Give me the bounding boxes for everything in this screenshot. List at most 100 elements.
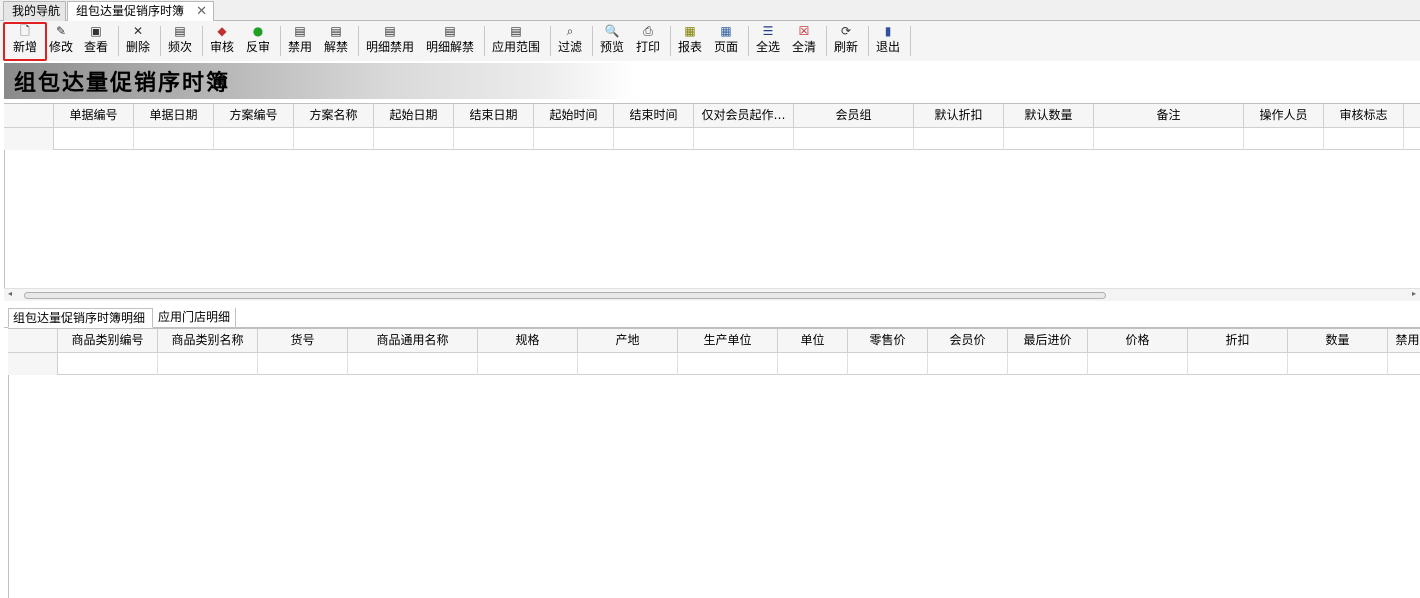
detail-column-header[interactable]: 货号 <box>258 329 348 353</box>
table-cell[interactable] <box>134 128 214 150</box>
master-column-header[interactable]: 起始时间 <box>534 104 614 128</box>
master-column-header[interactable]: 会员组 <box>794 104 914 128</box>
table-cell[interactable] <box>1188 353 1288 375</box>
audit-button[interactable]: ◆ 审核 <box>208 24 236 60</box>
detail-disable-button[interactable]: ▤ 明细禁用 <box>364 24 416 60</box>
tab-promotion-journal[interactable]: 组包达量促销序时簿 ✕ <box>67 1 214 22</box>
tab-store-detail[interactable]: 应用门店明细 <box>154 308 236 328</box>
page-button[interactable]: ▦ 页面 <box>712 24 740 60</box>
preview-button[interactable]: 🔍 预览 <box>598 24 626 60</box>
unaudit-button[interactable]: ● 反审 <box>244 24 272 60</box>
table-cell[interactable] <box>1004 128 1094 150</box>
detail-column-header[interactable]: 商品类别名称 <box>158 329 258 353</box>
table-cell[interactable] <box>1008 353 1088 375</box>
disable-button[interactable]: ▤ 禁用 <box>286 24 314 60</box>
table-cell[interactable] <box>678 353 778 375</box>
view-button[interactable]: ▣ 查看 <box>82 24 110 60</box>
table-row[interactable] <box>4 128 1420 150</box>
toolbar-separator <box>202 26 203 56</box>
tab-detail[interactable]: 组包达量促销序时簿明细 <box>8 308 153 328</box>
detail-column-header[interactable]: 单位 <box>778 329 848 353</box>
scroll-right-arrow-icon[interactable]: ▸ <box>1412 289 1416 298</box>
master-column-header[interactable]: 操作人员 <box>1244 104 1324 128</box>
report-button[interactable]: ▦ 报表 <box>676 24 704 60</box>
master-column-header[interactable]: 单据日期 <box>134 104 214 128</box>
print-button[interactable]: ⎙ 打印 <box>634 24 662 60</box>
table-cell[interactable] <box>1324 128 1404 150</box>
scroll-left-arrow-icon[interactable]: ◂ <box>8 289 12 298</box>
exit-button[interactable]: ▮ 退出 <box>874 24 902 60</box>
master-column-header[interactable]: 备注 <box>1094 104 1244 128</box>
table-cell[interactable] <box>694 128 794 150</box>
table-cell[interactable] <box>158 353 258 375</box>
new-doc-icon: 🗋 <box>20 24 30 38</box>
table-cell[interactable] <box>914 128 1004 150</box>
table-cell[interactable] <box>58 353 158 375</box>
master-column-header[interactable]: 结束日期 <box>454 104 534 128</box>
row-header[interactable] <box>4 128 54 150</box>
master-column-header[interactable]: 仅对会员起作… <box>694 104 794 128</box>
report-icon: ▦ <box>684 24 696 38</box>
table-cell[interactable] <box>478 353 578 375</box>
enable-button[interactable]: ▤ 解禁 <box>322 24 350 60</box>
master-column-header[interactable]: 结束时间 <box>614 104 694 128</box>
detail-column-header[interactable]: 商品类别编号 <box>58 329 158 353</box>
master-column-header[interactable]: 审核标志 <box>1324 104 1404 128</box>
select-all-button[interactable]: ☰ 全选 <box>754 24 782 60</box>
scrollbar-thumb[interactable] <box>24 292 1106 299</box>
apply-scope-button[interactable]: ▤ 应用范围 <box>490 24 542 60</box>
detail-column-header[interactable]: 禁用 <box>1388 329 1420 353</box>
clear-all-button[interactable]: ☒ 全清 <box>790 24 818 60</box>
detail-column-header[interactable]: 生产单位 <box>678 329 778 353</box>
master-column-header[interactable]: 起始日期 <box>374 104 454 128</box>
detail-column-header[interactable]: 零售价 <box>848 329 928 353</box>
table-cell[interactable] <box>258 353 348 375</box>
table-cell[interactable] <box>794 128 914 150</box>
filter-button[interactable]: ⌕ 过滤 <box>556 24 584 60</box>
table-cell[interactable] <box>374 128 454 150</box>
master-column-header[interactable]: 方案编号 <box>214 104 294 128</box>
table-cell[interactable] <box>1244 128 1324 150</box>
list-icon: ▤ <box>444 24 456 38</box>
detail-column-header[interactable]: 最后进价 <box>1008 329 1088 353</box>
detail-column-header[interactable]: 价格 <box>1088 329 1188 353</box>
table-cell[interactable] <box>454 128 534 150</box>
edit-button[interactable]: ✎ 修改 <box>47 24 75 60</box>
table-cell[interactable] <box>1288 353 1388 375</box>
detail-column-header[interactable]: 商品通用名称 <box>348 329 478 353</box>
master-column-header[interactable]: 默认数量 <box>1004 104 1094 128</box>
master-column-header[interactable]: 方案名称 <box>294 104 374 128</box>
tab-my-navigation[interactable]: 我的导航 <box>3 1 66 21</box>
horizontal-scrollbar[interactable]: ◂ ▸ <box>4 288 1420 301</box>
detail-column-header[interactable]: 折扣 <box>1188 329 1288 353</box>
table-cell[interactable] <box>1088 353 1188 375</box>
master-column-header[interactable]: 默认折扣 <box>914 104 1004 128</box>
toolbar: 🗋 新增 ✎ 修改 ▣ 查看 ✕ 删除 ▤ 频次 ◆ 审核 ● 反审 ▤ 禁用 ▤ 解禁 ▤ 明细禁… <box>0 21 1420 61</box>
table-cell[interactable] <box>578 353 678 375</box>
new-button[interactable]: 🗋 新增 <box>3 22 47 61</box>
close-icon[interactable]: ✕ <box>196 2 207 21</box>
table-cell[interactable] <box>348 353 478 375</box>
table-row[interactable] <box>8 353 1420 375</box>
detail-column-header[interactable]: 数量 <box>1288 329 1388 353</box>
toolbar-separator <box>118 26 119 56</box>
detail-column-header[interactable]: 会员价 <box>928 329 1008 353</box>
table-cell[interactable] <box>294 128 374 150</box>
frequency-button[interactable]: ▤ 频次 <box>166 24 194 60</box>
table-cell[interactable] <box>534 128 614 150</box>
table-cell[interactable] <box>778 353 848 375</box>
master-column-header[interactable]: 单据编号 <box>54 104 134 128</box>
table-cell[interactable] <box>928 353 1008 375</box>
table-cell[interactable] <box>214 128 294 150</box>
table-cell[interactable] <box>848 353 928 375</box>
refresh-button[interactable]: ⟳ 刷新 <box>832 24 860 60</box>
delete-button[interactable]: ✕ 删除 <box>124 24 152 60</box>
detail-enable-button[interactable]: ▤ 明细解禁 <box>424 24 476 60</box>
detail-column-header[interactable]: 规格 <box>478 329 578 353</box>
row-header[interactable] <box>8 353 58 375</box>
table-cell[interactable] <box>614 128 694 150</box>
table-cell[interactable] <box>54 128 134 150</box>
table-cell[interactable] <box>1388 353 1420 375</box>
table-cell[interactable] <box>1094 128 1244 150</box>
detail-column-header[interactable]: 产地 <box>578 329 678 353</box>
